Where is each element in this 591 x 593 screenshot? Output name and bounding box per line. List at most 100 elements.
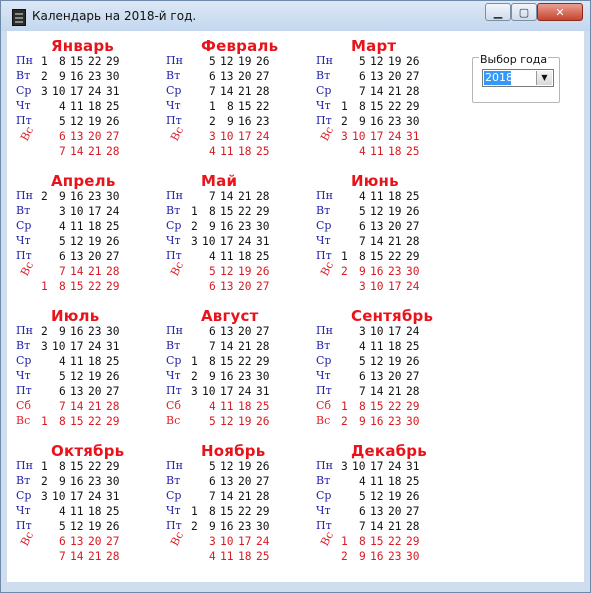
day-cell[interactable]: 10 (52, 339, 65, 354)
title-bar[interactable]: Календарь на 2018-й год. ▁ ▢ ✕ (1, 1, 590, 32)
day-cell[interactable]: 29 (256, 204, 269, 219)
day-cell[interactable]: 3 (341, 129, 348, 144)
day-cell[interactable]: 20 (238, 474, 251, 489)
day-cell[interactable]: 3 (191, 234, 198, 249)
day-cell[interactable]: 12 (220, 459, 233, 474)
day-cell[interactable]: 27 (406, 219, 419, 234)
day-cell[interactable]: 25 (406, 474, 419, 489)
day-cell[interactable]: 15 (370, 249, 383, 264)
day-cell[interactable]: 9 (59, 474, 66, 489)
day-cell[interactable]: 28 (406, 384, 419, 399)
day-cell[interactable]: 7 (59, 264, 66, 279)
day-cell[interactable]: 1 (341, 399, 348, 414)
day-cell[interactable]: 8 (59, 414, 66, 429)
day-cell[interactable]: 24 (388, 459, 401, 474)
day-cell[interactable]: 3 (59, 204, 66, 219)
day-cell[interactable]: 18 (238, 249, 251, 264)
close-button[interactable]: ✕ (537, 3, 583, 21)
day-cell[interactable]: 13 (220, 279, 233, 294)
day-cell[interactable]: 20 (238, 324, 251, 339)
day-cell[interactable]: 29 (256, 504, 269, 519)
chevron-down-icon[interactable]: ▼ (536, 71, 552, 85)
day-cell[interactable]: 30 (406, 264, 419, 279)
day-cell[interactable]: 17 (88, 204, 101, 219)
day-cell[interactable]: 7 (209, 339, 216, 354)
day-cell[interactable]: 8 (209, 354, 216, 369)
day-cell[interactable]: 5 (59, 114, 66, 129)
day-cell[interactable]: 6 (359, 369, 366, 384)
day-cell[interactable]: 22 (388, 399, 401, 414)
day-cell[interactable]: 12 (70, 519, 83, 534)
day-cell[interactable]: 11 (220, 399, 233, 414)
day-cell[interactable]: 19 (88, 234, 101, 249)
day-cell[interactable]: 23 (388, 414, 401, 429)
day-cell[interactable]: 3 (41, 339, 48, 354)
day-cell[interactable]: 4 (359, 474, 366, 489)
day-cell[interactable]: 23 (88, 69, 101, 84)
day-cell[interactable]: 16 (70, 69, 83, 84)
day-cell[interactable]: 22 (238, 354, 251, 369)
day-cell[interactable]: 24 (406, 324, 419, 339)
day-cell[interactable]: 22 (388, 534, 401, 549)
day-cell[interactable]: 22 (238, 504, 251, 519)
day-cell[interactable]: 24 (238, 384, 251, 399)
day-cell[interactable]: 6 (59, 384, 66, 399)
day-cell[interactable]: 15 (70, 54, 83, 69)
day-cell[interactable]: 28 (106, 549, 119, 564)
day-cell[interactable]: 4 (359, 339, 366, 354)
day-cell[interactable]: 25 (256, 399, 269, 414)
day-cell[interactable]: 7 (359, 519, 366, 534)
day-cell[interactable]: 19 (388, 54, 401, 69)
day-cell[interactable]: 31 (106, 84, 119, 99)
day-cell[interactable]: 19 (88, 519, 101, 534)
day-cell[interactable]: 5 (209, 459, 216, 474)
day-cell[interactable]: 2 (41, 69, 48, 84)
day-cell[interactable]: 9 (209, 369, 216, 384)
day-cell[interactable]: 30 (256, 519, 269, 534)
day-cell[interactable]: 21 (388, 519, 401, 534)
day-cell[interactable]: 19 (88, 114, 101, 129)
day-cell[interactable]: 10 (202, 384, 215, 399)
day-cell[interactable]: 5 (359, 204, 366, 219)
day-cell[interactable]: 11 (70, 99, 83, 114)
day-cell[interactable]: 17 (370, 459, 383, 474)
day-cell[interactable]: 21 (88, 399, 101, 414)
day-cell[interactable]: 30 (256, 369, 269, 384)
day-cell[interactable]: 28 (256, 339, 269, 354)
day-cell[interactable]: 29 (406, 399, 419, 414)
day-cell[interactable]: 20 (388, 69, 401, 84)
day-cell[interactable]: 9 (209, 219, 216, 234)
day-cell[interactable]: 4 (59, 219, 66, 234)
day-cell[interactable]: 20 (88, 249, 101, 264)
minimize-button[interactable]: ▁ (485, 3, 511, 21)
day-cell[interactable]: 5 (209, 54, 216, 69)
day-cell[interactable]: 19 (388, 489, 401, 504)
day-cell[interactable]: 10 (70, 204, 83, 219)
day-cell[interactable]: 13 (70, 534, 83, 549)
day-cell[interactable]: 13 (70, 249, 83, 264)
day-cell[interactable]: 10 (370, 324, 383, 339)
day-cell[interactable]: 25 (256, 144, 269, 159)
day-cell[interactable]: 20 (88, 384, 101, 399)
day-cell[interactable]: 9 (359, 264, 366, 279)
day-cell[interactable]: 24 (406, 279, 419, 294)
day-cell[interactable]: 18 (88, 354, 101, 369)
day-cell[interactable]: 15 (220, 504, 233, 519)
day-cell[interactable]: 12 (370, 489, 383, 504)
day-cell[interactable]: 1 (41, 414, 48, 429)
day-cell[interactable]: 30 (406, 114, 419, 129)
day-cell[interactable]: 21 (88, 144, 101, 159)
day-cell[interactable]: 20 (388, 219, 401, 234)
day-cell[interactable]: 20 (388, 369, 401, 384)
day-cell[interactable]: 12 (220, 414, 233, 429)
day-cell[interactable]: 12 (220, 264, 233, 279)
day-cell[interactable]: 27 (256, 69, 269, 84)
day-cell[interactable]: 9 (59, 69, 66, 84)
day-cell[interactable]: 24 (106, 204, 119, 219)
day-cell[interactable]: 22 (238, 204, 251, 219)
day-cell[interactable]: 1 (191, 504, 198, 519)
day-cell[interactable]: 16 (220, 219, 233, 234)
day-cell[interactable]: 17 (388, 279, 401, 294)
day-cell[interactable]: 21 (238, 189, 251, 204)
day-cell[interactable]: 8 (359, 99, 366, 114)
